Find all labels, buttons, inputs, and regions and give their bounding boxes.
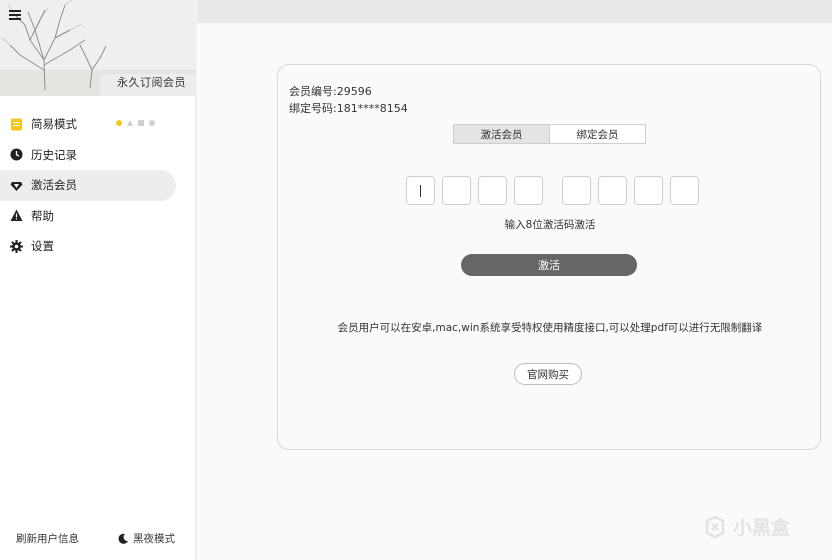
code-digit-box[interactable] [478, 176, 507, 205]
watermark: 小黑盒 [703, 513, 790, 540]
code-digit-box[interactable] [514, 176, 543, 205]
diamond-icon [10, 179, 23, 192]
sidebar-item-simple-mode[interactable]: 简易模式 [0, 109, 176, 140]
bound-phone: 绑定号码:181****8154 [289, 102, 408, 115]
activation-hint: 输入8位激活码激活 [504, 219, 596, 231]
sidebar-item-label: 激活会员 [31, 178, 77, 193]
code-digit-box[interactable] [598, 176, 627, 205]
activation-card: 会员编号:29596 绑定号码:181****8154 激活会员 绑定会员 输入… [277, 64, 821, 450]
text-cursor [420, 185, 421, 197]
member-description: 会员用户可以在安卓,mac,win系统享受特权使用精度接口,可以处理pdf可以进… [337, 322, 763, 334]
tab-activate-member[interactable]: 激活会员 [454, 125, 550, 143]
square-dot-icon [138, 120, 144, 126]
sidebar-item-label: 历史记录 [31, 147, 77, 162]
gear-icon [10, 239, 23, 253]
code-digit-box[interactable] [406, 176, 435, 205]
note-icon [10, 118, 23, 131]
refresh-user-info-button[interactable]: 刷新用户信息 [16, 531, 79, 546]
sidebar-item-label: 帮助 [31, 208, 54, 223]
activate-button[interactable]: 激活 [461, 254, 637, 276]
code-digit-box[interactable] [670, 176, 699, 205]
warning-icon [10, 209, 23, 222]
night-mode-label: 黑夜模式 [133, 533, 175, 545]
tab-bind-member[interactable]: 绑定会员 [550, 125, 645, 143]
night-mode-toggle[interactable]: 黑夜模式 [118, 531, 175, 546]
clock-icon [10, 148, 23, 161]
circle-dot-icon [149, 120, 155, 126]
moon-icon [118, 533, 128, 544]
profile-banner: 永久订阅会员 [0, 0, 196, 96]
sidebar-item-label: 设置 [31, 239, 54, 254]
sidebar-item-activate-member[interactable]: 激活会员 [0, 170, 176, 201]
sidebar-item-settings[interactable]: 设置 [0, 231, 176, 262]
sidebar: 永久订阅会员 简易模式 历史记录 激活会员 帮助 设置 刷新用户信息 黑夜模式 [0, 0, 196, 560]
sidebar-item-help[interactable]: 帮助 [0, 201, 176, 232]
code-digit-box[interactable] [634, 176, 663, 205]
sidebar-item-label: 简易模式 [31, 117, 77, 132]
top-bar [197, 0, 832, 23]
code-digit-box[interactable] [442, 176, 471, 205]
circle-dot-icon [116, 120, 122, 126]
member-id: 会员编号:29596 [289, 85, 372, 98]
hamburger-menu-icon[interactable] [8, 8, 24, 22]
triangle-dot-icon [127, 120, 133, 126]
sidebar-item-history[interactable]: 历史记录 [0, 140, 176, 171]
xiaoheihe-logo-icon [705, 515, 725, 538]
code-digit-box[interactable] [562, 176, 591, 205]
member-info: 会员编号:29596 绑定号码:181****8154 [289, 83, 408, 117]
sidebar-nav: 简易模式 历史记录 激活会员 帮助 设置 [0, 109, 196, 262]
membership-label: 永久订阅会员 [117, 76, 186, 89]
mode-indicator-dots [116, 120, 155, 126]
member-tabs: 激活会员 绑定会员 [453, 124, 646, 144]
official-site-purchase-button[interactable]: 官网购买 [514, 363, 582, 385]
watermark-text: 小黑盒 [733, 517, 791, 539]
